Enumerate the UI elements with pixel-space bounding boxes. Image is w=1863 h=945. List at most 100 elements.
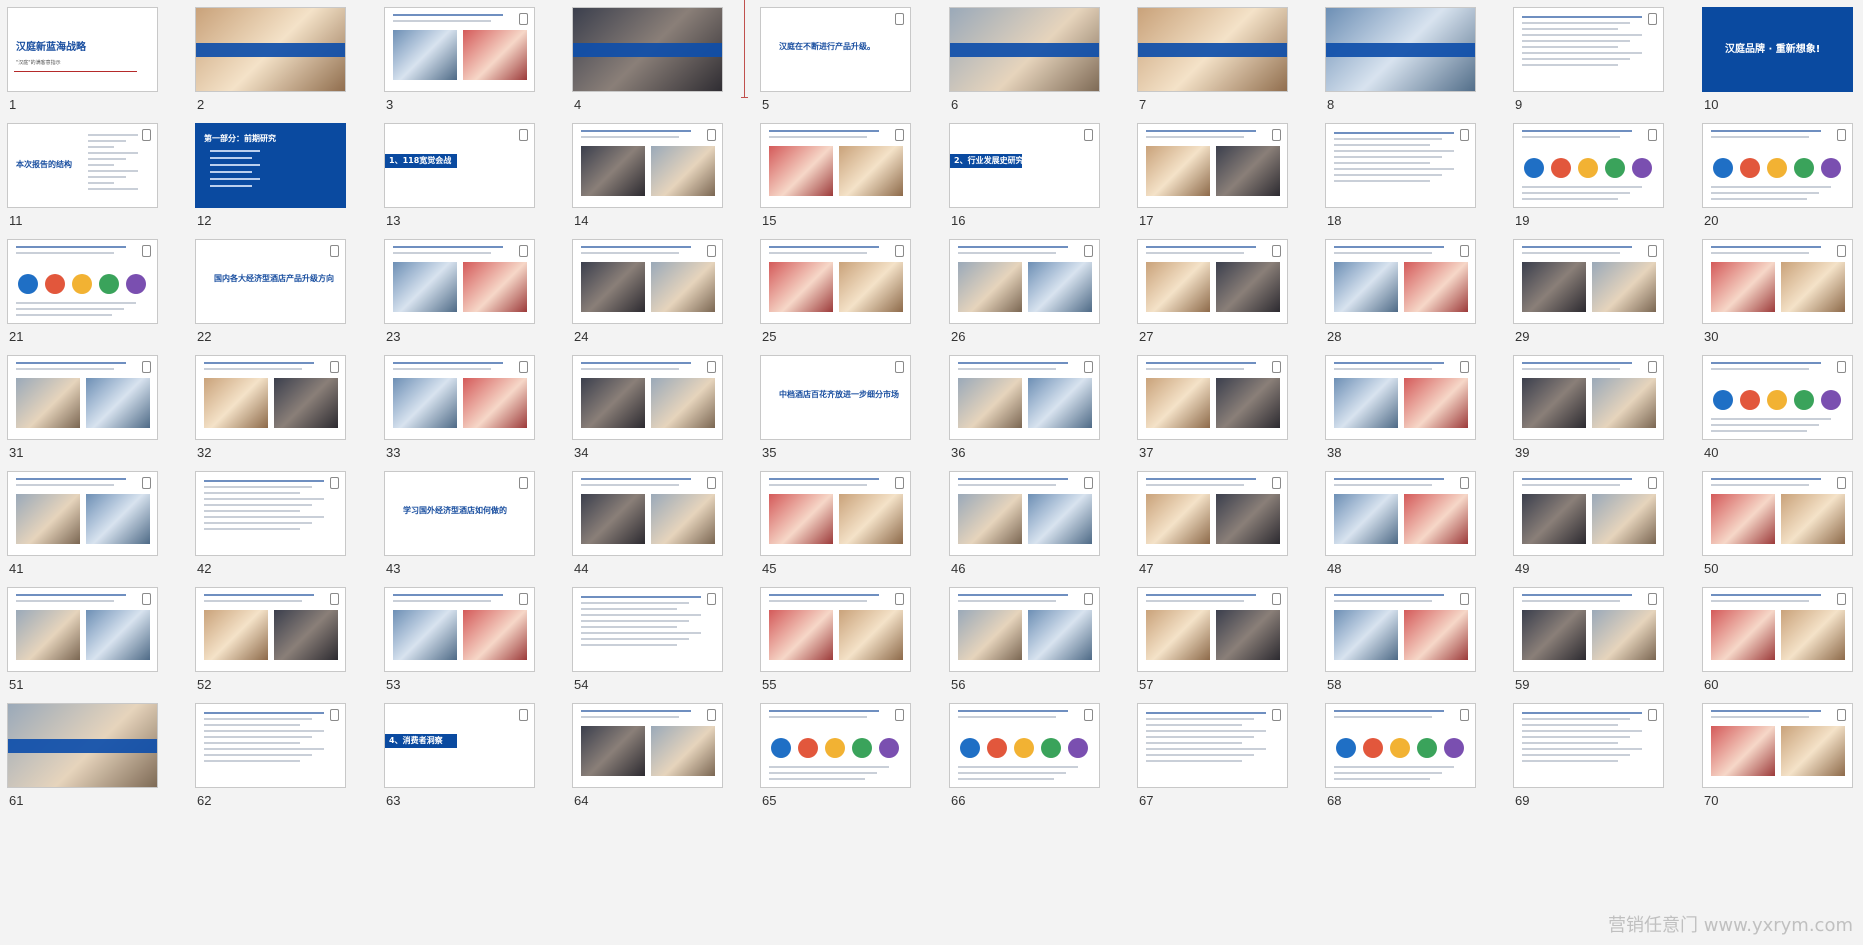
slide-thumbnail[interactable]: 31 bbox=[7, 355, 158, 465]
slide-thumbnail[interactable]: 44 bbox=[572, 471, 723, 581]
text-line bbox=[769, 246, 879, 248]
slide-thumbnail[interactable]: 学习国外经济型酒店如何做的 43 bbox=[384, 471, 535, 581]
slide-thumbnail[interactable]: 47 bbox=[1137, 471, 1288, 581]
slide-thumbnail[interactable]: 15 bbox=[760, 123, 911, 233]
slide-thumbnail[interactable]: 46 bbox=[949, 471, 1100, 581]
slide-thumbnail[interactable]: 本次报告的结构 11 bbox=[7, 123, 158, 233]
slide-thumbnail[interactable]: 19 bbox=[1513, 123, 1664, 233]
text-line bbox=[1522, 40, 1630, 42]
slide-thumbnail[interactable]: 40 bbox=[1702, 355, 1853, 465]
slide-thumbnail[interactable]: 59 bbox=[1513, 587, 1664, 697]
slide-thumbnail[interactable]: 56 bbox=[949, 587, 1100, 697]
photo-image bbox=[769, 262, 833, 312]
slide-thumbnail[interactable]: 51 bbox=[7, 587, 158, 697]
slide-thumbnail[interactable]: 29 bbox=[1513, 239, 1664, 349]
slide-thumbnail[interactable]: 64 bbox=[572, 703, 723, 813]
photo-image bbox=[393, 378, 457, 428]
text-line bbox=[1334, 478, 1444, 480]
brand-logo-icon bbox=[1272, 477, 1281, 489]
text-line bbox=[769, 130, 879, 132]
slide-thumbnail[interactable]: 30 bbox=[1702, 239, 1853, 349]
slide-thumbnail[interactable]: 26 bbox=[949, 239, 1100, 349]
slide-thumbnail[interactable]: 32 bbox=[195, 355, 346, 465]
text-line bbox=[769, 136, 867, 138]
text-line bbox=[88, 158, 126, 160]
slide-thumbnail[interactable]: 49 bbox=[1513, 471, 1664, 581]
photo-image bbox=[1146, 262, 1210, 312]
text-line bbox=[1522, 130, 1632, 132]
slide-thumbnail[interactable]: 14 bbox=[572, 123, 723, 233]
slide-thumbnail[interactable]: 62 bbox=[195, 703, 346, 813]
slide-thumbnail[interactable]: 7 bbox=[1137, 7, 1288, 117]
slide-thumbnail[interactable]: 27 bbox=[1137, 239, 1288, 349]
slide-thumbnail[interactable]: 中档酒店百花齐放进一步细分市场 35 bbox=[760, 355, 911, 465]
slide-thumbnail[interactable]: 42 bbox=[195, 471, 346, 581]
text-line bbox=[1334, 716, 1432, 718]
diagram-node bbox=[1417, 738, 1437, 758]
slide-thumbnail[interactable]: 2、行业发展史研究 16 bbox=[949, 123, 1100, 233]
slide-thumbnail[interactable]: 18 bbox=[1325, 123, 1476, 233]
slide-thumbnail[interactable]: 54 bbox=[572, 587, 723, 697]
slide-thumbnail[interactable]: 68 bbox=[1325, 703, 1476, 813]
slide-sorter-view[interactable]: 营销任意门 www.yxrym.com 汉庭新蓝海战略 "汉庭"的满客意指示 1 2 3… bbox=[0, 0, 1863, 945]
slide-thumbnail[interactable]: 汉庭在不断进行产品升级。 5 bbox=[760, 7, 911, 117]
slide-thumbnail[interactable]: 52 bbox=[195, 587, 346, 697]
text-line bbox=[1146, 136, 1244, 138]
slide-thumbnail[interactable]: 23 bbox=[384, 239, 535, 349]
slide-thumbnail[interactable]: 汉庭品牌 · 重新想象! 10 bbox=[1702, 7, 1853, 117]
slide-thumbnail[interactable]: 37 bbox=[1137, 355, 1288, 465]
slide-thumbnail[interactable]: 61 bbox=[7, 703, 158, 813]
slide-thumbnail[interactable]: 1、118宽觉会战 13 bbox=[384, 123, 535, 233]
brand-logo-icon bbox=[1648, 593, 1657, 605]
slide-thumbnail[interactable]: 3 bbox=[384, 7, 535, 117]
brand-logo-icon bbox=[895, 593, 904, 605]
slide-thumbnail[interactable]: 70 bbox=[1702, 703, 1853, 813]
slide-thumbnail[interactable]: 4 bbox=[572, 7, 723, 117]
slide-preview bbox=[384, 587, 535, 672]
slide-thumbnail[interactable]: 汉庭新蓝海战略 "汉庭"的满客意指示 1 bbox=[7, 7, 158, 117]
slide-thumbnail[interactable]: 55 bbox=[760, 587, 911, 697]
slide-preview bbox=[1513, 587, 1664, 672]
slide-thumbnail[interactable]: 国内各大经济型酒店产品升级方向 22 bbox=[195, 239, 346, 349]
slide-thumbnail[interactable]: 38 bbox=[1325, 355, 1476, 465]
slide-thumbnail[interactable]: 69 bbox=[1513, 703, 1664, 813]
slide-thumbnail[interactable]: 45 bbox=[760, 471, 911, 581]
slide-thumbnail[interactable]: 33 bbox=[384, 355, 535, 465]
slide-thumbnail[interactable]: 48 bbox=[1325, 471, 1476, 581]
slide-thumbnail[interactable]: 25 bbox=[760, 239, 911, 349]
text-line bbox=[204, 498, 324, 500]
brand-logo-icon bbox=[1837, 361, 1846, 373]
slide-thumbnail[interactable]: 67 bbox=[1137, 703, 1288, 813]
slide-thumbnail[interactable]: 57 bbox=[1137, 587, 1288, 697]
slide-thumbnail[interactable]: 65 bbox=[760, 703, 911, 813]
diagram-node bbox=[960, 738, 980, 758]
slide-thumbnail[interactable]: 66 bbox=[949, 703, 1100, 813]
slide-number: 68 bbox=[1327, 793, 1342, 808]
slide-thumbnail[interactable]: 4、消费者洞察 63 bbox=[384, 703, 535, 813]
slide-thumbnail[interactable]: 53 bbox=[384, 587, 535, 697]
slide-number: 55 bbox=[762, 677, 777, 692]
slide-thumbnail[interactable]: 6 bbox=[949, 7, 1100, 117]
slide-thumbnail[interactable]: 第一部分：前期研究 12 bbox=[195, 123, 346, 233]
slide-preview bbox=[949, 703, 1100, 788]
slide-thumbnail[interactable]: 58 bbox=[1325, 587, 1476, 697]
slide-thumbnail[interactable]: 2 bbox=[195, 7, 346, 117]
slide-thumbnail[interactable]: 9 bbox=[1513, 7, 1664, 117]
slide-thumbnail[interactable]: 28 bbox=[1325, 239, 1476, 349]
photo-image bbox=[651, 378, 715, 428]
slide-thumbnail[interactable]: 24 bbox=[572, 239, 723, 349]
photo-image bbox=[204, 610, 268, 660]
slide-thumbnail[interactable]: 34 bbox=[572, 355, 723, 465]
slide-thumbnail[interactable]: 8 bbox=[1325, 7, 1476, 117]
slide-thumbnail[interactable]: 36 bbox=[949, 355, 1100, 465]
slide-thumbnail[interactable]: 50 bbox=[1702, 471, 1853, 581]
slide-thumbnail[interactable]: 20 bbox=[1702, 123, 1853, 233]
diagram-node bbox=[1551, 158, 1571, 178]
diagram-node bbox=[126, 274, 146, 294]
slide-thumbnail[interactable]: 21 bbox=[7, 239, 158, 349]
slide-thumbnail[interactable]: 60 bbox=[1702, 587, 1853, 697]
slide-thumbnail[interactable]: 39 bbox=[1513, 355, 1664, 465]
text-line bbox=[769, 772, 877, 774]
slide-thumbnail[interactable]: 41 bbox=[7, 471, 158, 581]
slide-thumbnail[interactable]: 17 bbox=[1137, 123, 1288, 233]
